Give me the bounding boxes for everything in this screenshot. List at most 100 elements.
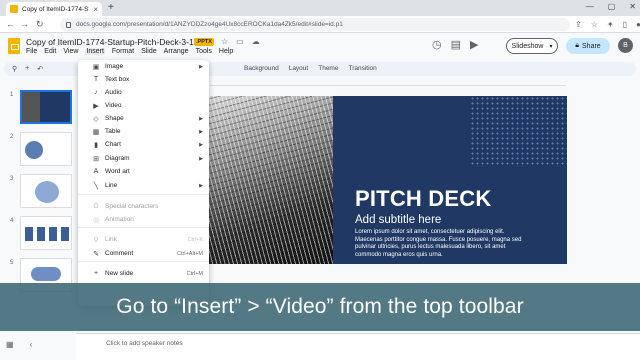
share-page-icon[interactable]: ⇪ [575,20,582,29]
insert-menu-label: Link [105,236,117,243]
insert-menu-label: Image [105,63,124,70]
slide-body-text[interactable]: Lorem ipsum dolor sit amet, consectetuer… [355,229,525,259]
slide-subtitle[interactable]: Add subtitle here [355,214,441,226]
google-slides-logo[interactable] [8,38,20,54]
new-slide-icon: + [93,270,99,277]
forward-icon[interactable]: → [20,19,29,29]
back-icon[interactable]: ← [6,19,15,29]
new-slide-icon[interactable]: + [25,65,29,73]
submenu-arrow-icon: ▶ [199,155,203,162]
title-icons: ☆ ▭ ☁ [221,37,260,46]
undo-icon[interactable]: ↶ [37,65,43,73]
insert-menu-item-table[interactable]: ▦ Table ▶ [78,125,209,138]
maximize-icon[interactable]: ▢ [608,2,616,11]
insert-menu-item-new-slide[interactable]: + New slide Ctrl+M [78,267,209,280]
transition-button[interactable]: Transition [348,65,376,72]
lock-icon [66,21,71,28]
diagram-icon: ⊞ [93,155,99,163]
building-photo[interactable] [205,96,333,264]
special-characters-icon: Ω [93,203,99,210]
url-field[interactable]: docs.google.com/presentation/d/1ANZYDDZz… [60,18,570,31]
bookmark-star-icon[interactable]: ☆ [591,20,598,29]
background-button[interactable]: Background [244,65,279,72]
close-window-icon[interactable]: ✕ [629,2,636,11]
submenu-arrow-icon: ▶ [199,141,203,148]
textbox-icon: T [93,76,99,83]
insert-menu-item-comment[interactable]: ✎ Comment Ctrl+Alt+M [78,247,209,260]
menu-view[interactable]: View [63,48,78,55]
cloud-status-icon[interactable]: ☁ [252,37,260,46]
close-tab-icon[interactable]: × [93,5,98,14]
profile-icon[interactable]: ● [636,20,640,29]
insert-menu-item-animation: ◎ Animation [78,213,209,226]
menu-file[interactable]: File [26,48,37,55]
insert-menu-item-text-box[interactable]: T Text box [78,73,209,86]
menu-help[interactable]: Help [219,48,233,55]
file-type-badge: .PPTX [194,38,214,46]
window-controls: — ▢ ✕ [586,2,636,11]
insert-menu-label: Special characters [105,203,159,210]
insert-menu-label: Audio [105,89,122,96]
insert-menu-label: Video [105,102,122,109]
menu-insert[interactable]: Insert [85,48,105,55]
menu-slide[interactable]: Slide [141,48,157,55]
insert-menu-item-video[interactable]: ▶ Video [78,99,209,112]
grid-view-icon[interactable]: ▦ [6,340,14,349]
insert-menu-item-link: ⚲ Link Ctrl+K [78,233,209,246]
insert-menu-item-audio[interactable]: ♪ Audio [78,86,209,99]
history-icon[interactable]: ◷ [432,38,442,51]
slide-number: 3 [10,176,14,182]
tutorial-caption: Go to “Insert” > “Video” from the top to… [0,283,640,331]
speaker-notes-placeholder[interactable]: Click to add speaker notes [106,340,183,347]
search-menus-icon[interactable]: ⚲ [12,65,17,73]
insert-menu-item-chart[interactable]: ▮ Chart ▶ [78,138,209,151]
insert-menu-item-diagram[interactable]: ⊞ Diagram ▶ [78,152,209,165]
chevron-down-icon[interactable]: ▾ [549,43,552,50]
insert-menu-item-word-art[interactable]: A Word art [78,165,209,178]
shortcut-hint: Ctrl+K [187,236,203,243]
menu-arrange[interactable]: Arrange [164,48,189,55]
table-icon: ▦ [92,128,100,136]
minimize-icon[interactable]: — [586,2,594,11]
insert-menu-label: Chart [105,141,121,148]
collapse-panel-icon[interactable]: ‹ [30,340,33,349]
document-title[interactable]: Copy of ItemID-1774-Startup-Pitch-Deck-3… [26,37,207,47]
slide-number: 4 [10,218,14,224]
move-folder-icon[interactable]: ▭ [236,37,244,46]
wordart-icon: A [93,168,99,175]
layout-button[interactable]: Layout [289,65,309,72]
insert-menu-item-image[interactable]: ▣ Image ▶ [78,60,209,73]
menu-edit[interactable]: Edit [44,48,56,55]
slide-title[interactable]: PITCH DECK [355,186,491,212]
link-icon: ⚲ [93,236,99,244]
slide-thumbnail-1[interactable] [20,90,72,124]
share-button[interactable]: 🔒︎ Share [566,38,610,54]
insert-menu-label: Word art [105,168,130,175]
insert-menu-label: Comment [105,250,134,257]
comments-icon[interactable]: ▤ [451,38,461,51]
browser-tab[interactable]: Copy of ItemID-1774-Startup-... × [6,2,102,16]
image-icon: ▣ [92,63,100,71]
menu-separator [78,227,209,228]
line-icon: ╲ [93,182,99,190]
star-icon[interactable]: ☆ [221,37,228,46]
sidebar-icon[interactable]: ▯ [623,20,627,29]
filmstrip-controls: ▦ ‹ [6,340,32,349]
dot-pattern [470,96,567,166]
menu-tools[interactable]: Tools [196,48,212,55]
insert-menu-item-line[interactable]: ╲ Line ▶ [78,179,209,192]
horizontal-ruler [210,80,566,86]
theme-button[interactable]: Theme [318,65,338,72]
slideshow-button[interactable]: Slideshow ▾ [506,38,558,54]
new-tab-button[interactable]: + [108,2,114,13]
slide-thumbnail-4[interactable] [20,216,72,250]
avatar[interactable]: B [618,38,633,53]
extensions-icon[interactable]: ✦ [607,20,614,29]
meet-icon[interactable]: ▶ [470,38,478,51]
animation-icon: ◎ [92,216,100,224]
reload-icon[interactable]: ↻ [36,19,44,30]
menu-format[interactable]: Format [112,48,134,55]
slide-thumbnail-2[interactable] [20,132,72,166]
insert-menu-item-shape[interactable]: ◇ Shape ▶ [78,112,209,125]
slide-thumbnail-3[interactable] [20,174,72,208]
